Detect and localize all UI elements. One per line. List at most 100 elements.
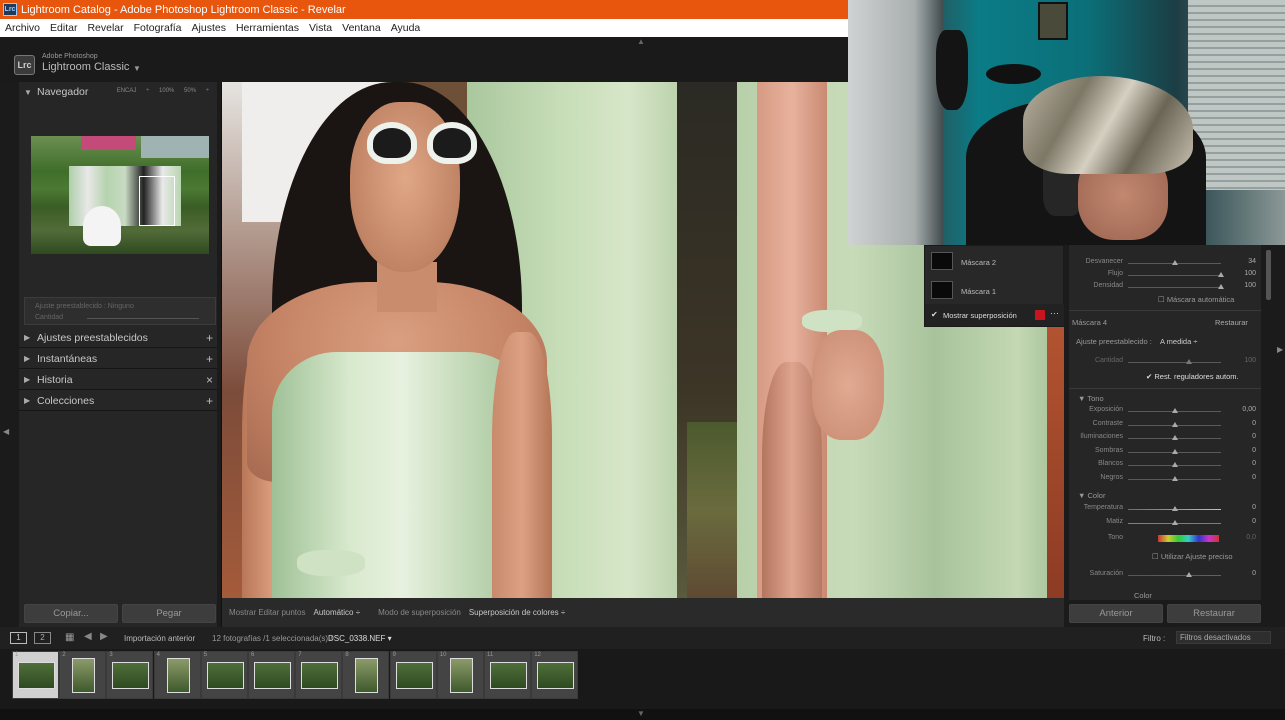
slider-knob[interactable] <box>1218 284 1224 289</box>
filmstrip-thumbnail[interactable]: 4 <box>153 651 201 699</box>
navigator-viewport-rect[interactable] <box>139 176 175 226</box>
menu-editar[interactable]: Editar <box>50 22 77 34</box>
slider-row[interactable]: Contraste 0 <box>1072 419 1256 431</box>
filmstrip-thumbnail[interactable]: 11 <box>484 651 531 699</box>
amount-track[interactable] <box>1128 362 1221 363</box>
collapse-top-panel-icon[interactable]: ▲ <box>637 37 645 46</box>
slider-row[interactable]: Iluminaciones 0 <box>1072 432 1256 444</box>
filmstrip-thumbnail[interactable]: 12 <box>531 651 579 699</box>
slider-row[interactable]: Flujo 100 <box>1072 269 1256 281</box>
slider-knob[interactable] <box>1171 448 1178 454</box>
menu-fotografia[interactable]: Fotografía <box>134 22 182 34</box>
mask-item[interactable]: Máscara 2 <box>925 248 1065 275</box>
filmstrip-thumbnail[interactable]: 6 <box>248 651 295 699</box>
menu-vista[interactable]: Vista <box>309 22 332 34</box>
preset-select[interactable]: A medida ÷ <box>1160 337 1197 346</box>
amount-knob[interactable] <box>1186 359 1192 364</box>
add-collection-icon[interactable]: + <box>206 394 213 408</box>
slider-track[interactable] <box>1128 287 1221 288</box>
reset-button[interactable]: Restaurar <box>1167 604 1261 623</box>
amount-slider-row[interactable]: Cantidad 100 <box>1072 356 1256 368</box>
navigator-preview[interactable] <box>31 136 209 254</box>
slider-row[interactable]: Negros 0 <box>1072 473 1256 485</box>
copy-button[interactable]: Copiar... <box>24 604 118 623</box>
filmstrip-thumbnail[interactable]: 10 <box>436 651 484 699</box>
source-label[interactable]: Importación anterior <box>124 634 195 643</box>
slider-row[interactable]: Desvanecer 34 <box>1072 257 1256 269</box>
overlay-mode-select[interactable]: Superposición de colores ÷ <box>469 608 565 617</box>
add-snapshot-icon[interactable]: + <box>206 352 213 366</box>
slider-knob[interactable] <box>1171 475 1178 481</box>
slider-knob[interactable] <box>1171 506 1178 511</box>
grid-icon[interactable]: ▦ <box>65 632 74 643</box>
menu-revelar[interactable]: Revelar <box>87 22 123 34</box>
filter-select[interactable]: Filtros desactivados <box>1176 631 1271 644</box>
slider-row[interactable]: Temperatura 0 <box>1072 503 1256 515</box>
slider-knob[interactable] <box>1171 435 1178 440</box>
add-preset-icon[interactable]: + <box>206 331 213 345</box>
slider-row[interactable]: Densidad 100 <box>1072 281 1256 293</box>
chevron-down-icon[interactable]: ▼ <box>133 64 141 73</box>
right-panel-scrollbar[interactable] <box>1266 250 1271 300</box>
slider-row[interactable]: Matiz 0 <box>1072 517 1256 529</box>
edit-pins-select[interactable]: Automático ÷ <box>313 608 360 617</box>
filmstrip-thumbnail[interactable]: 3 <box>106 651 154 699</box>
tone-section-header[interactable]: ▼ Tono <box>1078 394 1104 403</box>
restore-mask-button[interactable]: Restaurar <box>1215 318 1248 327</box>
filmstrip-thumbnail[interactable]: 1 <box>12 651 59 699</box>
presets-section[interactable]: ▶ Ajustes preestablecidos + <box>19 328 217 348</box>
reset-sliders-checkbox[interactable]: ✔ Rest. reguladores autom. <box>1146 372 1239 381</box>
slider-knob[interactable] <box>1171 519 1178 525</box>
clear-history-icon[interactable]: × <box>206 373 213 387</box>
brand-title[interactable]: Lightroom Classic <box>42 61 129 73</box>
slider-knob[interactable] <box>1218 272 1224 277</box>
current-filename[interactable]: DSC_0338.NEF ▾ <box>328 634 392 643</box>
saturation-track[interactable] <box>1128 575 1221 576</box>
previous-button[interactable]: Anterior <box>1069 604 1163 623</box>
slider-knob[interactable] <box>1171 421 1178 427</box>
fine-adjust-checkbox[interactable]: ☐ Utilizar Ajuste preciso <box>1152 552 1233 561</box>
amount-slider[interactable] <box>87 318 199 319</box>
color-section-header[interactable]: ▼ Color <box>1078 491 1105 500</box>
menu-archivo[interactable]: Archivo <box>5 22 40 34</box>
slider-knob[interactable] <box>1171 408 1178 413</box>
navigator-header[interactable]: ▼ Navegador ENCAJ ÷ 100% 50% ÷ <box>19 82 217 102</box>
arrow-right-icon[interactable]: ▶ <box>100 631 108 642</box>
menu-ventana[interactable]: Ventana <box>342 22 381 34</box>
color-title: Color <box>1087 491 1106 500</box>
slider-track[interactable] <box>1128 275 1221 276</box>
slider-row[interactable]: Sombras 0 <box>1072 446 1256 458</box>
overlay-color-swatch[interactable] <box>1035 310 1045 320</box>
slider-knob[interactable] <box>1171 462 1178 467</box>
more-options-icon[interactable]: ··· <box>1050 308 1059 318</box>
filmstrip-thumbnail[interactable]: 9 <box>389 651 437 699</box>
menu-ajustes[interactable]: Ajustes <box>192 22 226 34</box>
saturation-knob[interactable] <box>1186 572 1192 577</box>
snapshots-section[interactable]: ▶ Instantáneas + <box>19 349 217 369</box>
filmstrip-thumbnail[interactable]: 5 <box>200 651 248 699</box>
slider-row[interactable]: Blancos 0 <box>1072 459 1256 471</box>
checkmark-icon[interactable]: ✔ <box>931 310 938 319</box>
paste-button[interactable]: Pegar <box>122 604 216 623</box>
slider-row[interactable]: Exposición 0,00 <box>1072 405 1256 417</box>
collections-section[interactable]: ▶ Colecciones + <box>19 391 217 411</box>
menu-ayuda[interactable]: Ayuda <box>391 22 421 34</box>
primary-window-button[interactable]: 1 <box>10 632 27 644</box>
collapse-left-panel-icon[interactable]: ◀ <box>3 427 9 436</box>
history-section[interactable]: ▶ Historia × <box>19 370 217 390</box>
collapse-bottom-panel-icon[interactable]: ▼ <box>637 709 645 718</box>
saturation-slider-row[interactable]: Saturación 0 <box>1072 569 1256 581</box>
menu-herramientas[interactable]: Herramientas <box>236 22 299 34</box>
auto-mask-checkbox[interactable]: ☐ Máscara automática <box>1158 295 1234 304</box>
filmstrip-thumbnail[interactable]: 8 <box>342 651 390 699</box>
filmstrip-thumbnail[interactable]: 2 <box>59 651 107 699</box>
filmstrip-thumbnail[interactable]: 7 <box>295 651 343 699</box>
mask-item[interactable]: Máscara 1 <box>925 277 1065 304</box>
secondary-window-button[interactable]: 2 <box>34 632 51 644</box>
arrow-left-icon[interactable]: ◀ <box>84 631 92 642</box>
hue-spectrum-bar[interactable] <box>1158 535 1219 542</box>
hue-slider-row[interactable]: Tono 0,0 <box>1072 533 1256 545</box>
slider-knob[interactable] <box>1171 260 1178 265</box>
collapse-right-panel-icon[interactable]: ▶ <box>1277 345 1283 354</box>
navigator-zoom-options[interactable]: ENCAJ ÷ 100% 50% ÷ <box>117 88 209 94</box>
